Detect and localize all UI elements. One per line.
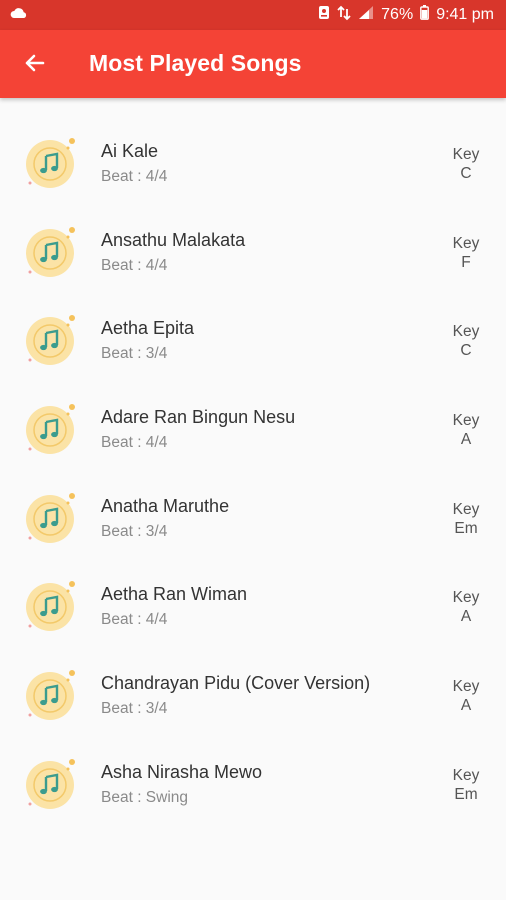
song-beat: Beat : 4/4: [101, 168, 168, 185]
key-label: Key: [452, 412, 480, 430]
key-value: A: [460, 608, 472, 626]
song-row[interactable]: Asha Nirasha Mewo Beat : Swing Key Em: [0, 729, 506, 818]
notification-icon: [318, 5, 330, 25]
key-value: C: [460, 342, 472, 360]
key-value: C: [460, 165, 472, 182]
song-key: Key C: [446, 145, 486, 183]
song-row[interactable]: Aetha Ran Wiman Beat : 4/4 Key A: [0, 551, 506, 640]
key-label: Key: [452, 146, 480, 163]
key-label: Key: [452, 323, 480, 341]
song-title: Aetha Epita: [101, 318, 195, 339]
music-note-icon: [24, 225, 80, 279]
signal-icon: [358, 5, 374, 25]
song-list: Ai Kale Beat : 4/4 Key C Ansathu Malakat…: [0, 108, 506, 818]
key-label: Key: [452, 589, 480, 607]
song-title: Aetha Ran Wiman: [101, 584, 248, 605]
music-note-icon: [24, 313, 80, 367]
song-row[interactable]: Ai Kale Beat : 4/4 Key C: [0, 108, 506, 197]
battery-percent: 76%: [381, 6, 414, 23]
song-key: Key F: [446, 234, 486, 272]
song-beat: Beat : 3/4: [101, 522, 168, 540]
song-key: Key C: [446, 322, 486, 360]
key-label: Key: [452, 678, 480, 696]
song-row[interactable]: Anatha Maruthe Beat : 3/4 Key Em: [0, 463, 506, 552]
status-bar: 76% 9:41 pm: [0, 0, 506, 30]
music-note-icon: [24, 757, 80, 811]
battery-icon: [420, 5, 430, 25]
key-value: F: [461, 253, 471, 271]
song-key: Key Em: [446, 766, 486, 804]
song-key: Key A: [446, 677, 486, 715]
song-beat: Beat : 4/4: [101, 611, 168, 629]
cloud-icon: [10, 6, 28, 24]
song-row[interactable]: Chandrayan Pidu (Cover Version) Beat : 3…: [0, 640, 506, 729]
key-label: Key: [452, 234, 480, 252]
app-bar: Most Played Songs: [0, 30, 506, 98]
song-row[interactable]: Ansathu Malakata Beat : 4/4 Key F: [0, 197, 506, 286]
key-value: A: [460, 431, 472, 449]
song-title: Asha Nirasha Mewo: [101, 761, 263, 782]
music-note-icon: [24, 491, 80, 545]
key-value: Em: [454, 519, 478, 537]
song-title: Anatha Maruthe: [101, 495, 230, 516]
arrow-left-icon: [23, 51, 47, 80]
clock-time: 9:41 pm: [436, 6, 494, 23]
back-button[interactable]: [22, 52, 48, 78]
song-beat: Beat : Swing: [101, 788, 189, 806]
music-note-icon: [24, 579, 80, 633]
song-title: Adare Ran Bingun Nesu: [101, 407, 296, 428]
song-key: Key A: [446, 588, 486, 626]
music-note-icon: [24, 402, 80, 456]
music-note-icon: [24, 668, 80, 722]
song-key: Key A: [446, 411, 486, 449]
song-row[interactable]: Adare Ran Bingun Nesu Beat : 4/4 Key A: [0, 374, 506, 463]
key-value: A: [460, 697, 472, 715]
song-beat: Beat : 4/4: [101, 256, 168, 274]
song-row[interactable]: Aetha Epita Beat : 3/4 Key C: [0, 285, 506, 374]
key-label: Key: [452, 766, 480, 784]
key-label: Key: [452, 500, 480, 518]
song-beat: Beat : 3/4: [101, 345, 168, 363]
page-title: Most Played Songs: [89, 50, 302, 76]
song-beat: Beat : 3/4: [101, 700, 168, 718]
song-beat: Beat : 4/4: [101, 434, 168, 452]
song-title: Ansathu Malakata: [101, 229, 246, 250]
music-note-icon: [24, 136, 80, 190]
song-key: Key Em: [446, 500, 486, 538]
data-transfer-icon: [337, 5, 351, 26]
song-title: Chandrayan Pidu (Cover Version): [101, 673, 371, 694]
key-value: Em: [454, 785, 478, 803]
song-title: Ai Kale: [101, 141, 159, 161]
